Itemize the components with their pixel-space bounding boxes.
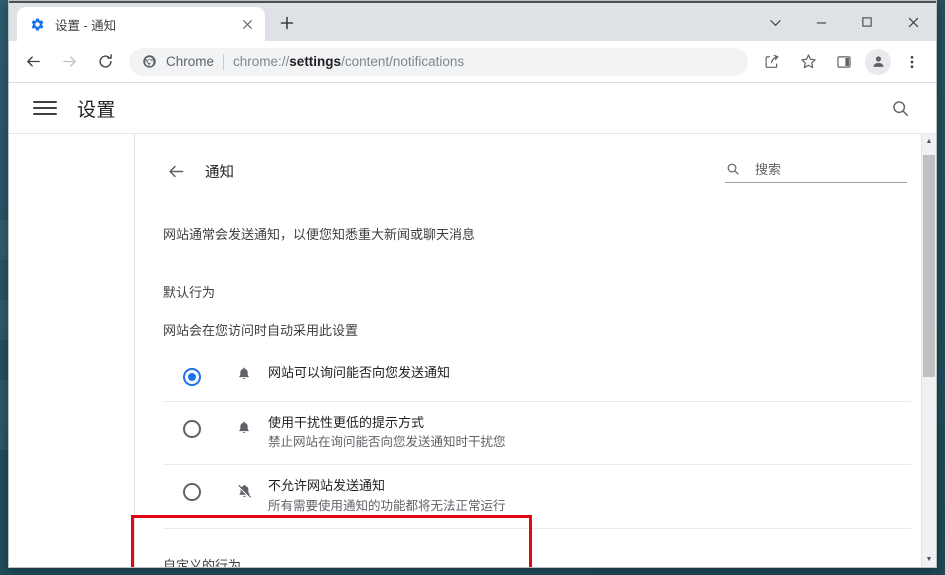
radio-option-sub: 禁止网站在询问能否向您发送通知时干扰您 — [268, 435, 506, 450]
default-behavior-label: 默认行为 — [163, 284, 216, 300]
radio-option-allow[interactable]: 网站可以询问能否向您发送通知 — [163, 347, 911, 402]
radio-option-title: 网站可以询问能否向您发送通知 — [268, 365, 451, 381]
tab-close-icon[interactable] — [237, 14, 257, 34]
window-controls — [752, 3, 936, 41]
radio-option-title: 使用干扰性更低的提示方式 — [268, 414, 425, 430]
settings-content-scroll: 通知 搜索 网站通常会发送通知，以便您知悉重大新闻或聊天消息 默认行为 网站会在… — [135, 134, 936, 567]
omnibox-separator — [223, 53, 225, 70]
browser-window: 设置 - 通知 Chrome chrome://settings/content… — [8, 0, 937, 568]
page-title: 设置 — [77, 99, 116, 121]
reload-icon[interactable] — [90, 47, 120, 77]
radio-option-text: 使用干扰性更低的提示方式 禁止网站在询问能否向您发送通知时干扰您 — [268, 414, 506, 453]
settings-nav-rail — [9, 134, 135, 567]
custom-behavior-label: 自定义的行为 — [163, 557, 242, 567]
settings-gear-icon — [29, 16, 45, 32]
radio-option-text: 网站可以询问能否向您发送通知 — [268, 364, 450, 383]
scroll-down-arrow-icon[interactable]: ▼ — [922, 552, 936, 567]
bell-icon — [234, 418, 254, 438]
settings-top-bar: 设置 — [9, 83, 936, 133]
star-icon[interactable] — [793, 47, 823, 77]
hamburger-menu-icon[interactable] — [33, 96, 57, 120]
radio-option-sub: 所有需要使用通知的功能都将无法正常运行 — [268, 498, 506, 513]
browser-tab[interactable]: 设置 - 通知 — [17, 7, 265, 41]
subpage-title: 通知 — [205, 164, 234, 181]
settings-card: 通知 搜索 网站通常会发送通知，以便您知悉重大新闻或聊天消息 默认行为 网站会在… — [135, 134, 936, 567]
maximize-icon[interactable] — [844, 3, 890, 41]
scroll-up-arrow-icon[interactable]: ▲ — [922, 134, 936, 149]
settings-body: 通知 搜索 网站通常会发送通知，以便您知悉重大新闻或聊天消息 默认行为 网站会在… — [9, 133, 936, 567]
three-dot-menu-icon[interactable] — [897, 47, 927, 77]
search-icon — [725, 161, 741, 177]
default-behavior-sublabel: 网站会在您访问时自动采用此设置 — [163, 322, 359, 338]
default-behavior-radio-group: 网站可以询问能否向您发送通知 使用干扰性更低的提示方式 禁止网站在询问能否向您发… — [163, 347, 911, 529]
search-input[interactable]: 搜索 — [725, 159, 907, 183]
browser-toolbar: Chrome chrome://settings/content/notific… — [9, 41, 936, 83]
close-icon[interactable] — [890, 3, 936, 41]
search-placeholder: 搜索 — [755, 162, 782, 177]
radio-option-block[interactable]: 不允许网站发送通知 所有需要使用通知的功能都将无法正常运行 — [163, 465, 911, 529]
side-panel-icon[interactable] — [829, 47, 859, 77]
omnibox-url: chrome://settings/content/notifications — [233, 54, 465, 69]
radio-button[interactable] — [183, 419, 201, 438]
tab-search-chevron-down-icon[interactable] — [752, 3, 798, 41]
profile-avatar-icon[interactable] — [865, 48, 891, 75]
radio-option-text: 不允许网站发送通知 所有需要使用通知的功能都将无法正常运行 — [268, 477, 506, 516]
radio-option-quieter[interactable]: 使用干扰性更低的提示方式 禁止网站在询问能否向您发送通知时干扰您 — [163, 402, 911, 466]
minimize-icon[interactable] — [798, 3, 844, 41]
notifications-description: 网站通常会发送通知，以便您知悉重大新闻或聊天消息 — [163, 227, 476, 242]
back-arrow-icon[interactable] — [18, 47, 48, 77]
radio-button[interactable] — [183, 367, 201, 386]
search-icon[interactable] — [888, 96, 912, 120]
scrollbar-track[interactable] — [922, 149, 936, 552]
forward-arrow-icon[interactable] — [54, 47, 84, 77]
omnibox-scheme-label: Chrome — [166, 54, 215, 69]
new-tab-button[interactable] — [273, 9, 301, 37]
address-bar[interactable]: Chrome chrome://settings/content/notific… — [129, 47, 748, 76]
vertical-scrollbar[interactable]: ▲ ▼ — [921, 134, 936, 567]
chrome-logo-icon — [141, 54, 157, 70]
radio-button[interactable] — [183, 483, 201, 502]
bell-off-icon — [234, 481, 254, 501]
tab-strip: 设置 - 通知 — [9, 1, 936, 41]
scrollbar-thumb[interactable] — [923, 155, 935, 377]
share-icon[interactable] — [757, 47, 787, 77]
back-arrow-icon[interactable] — [163, 158, 189, 184]
tab-title: 设置 - 通知 — [55, 18, 117, 33]
subpage-header: 通知 搜索 — [163, 152, 911, 190]
settings-page: 设置 通知 搜索 网站通常会发送通知，以便您知悉重大新闻或聊天消息 默认行为 网… — [9, 83, 936, 567]
radio-option-title: 不允许网站发送通知 — [268, 478, 386, 494]
bell-icon — [234, 364, 254, 384]
